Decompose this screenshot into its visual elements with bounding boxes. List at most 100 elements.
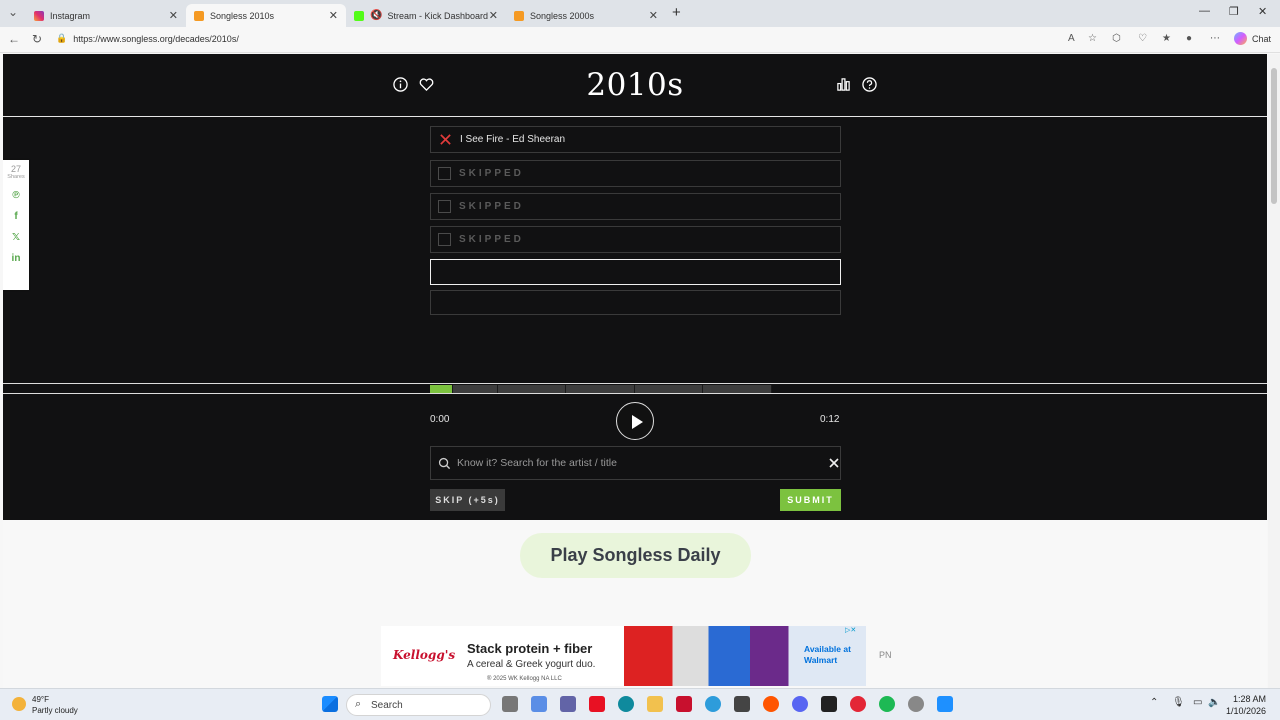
song-search-box [430,446,841,480]
system-clock[interactable]: 1:28 AM 1/10/2026 [1226,693,1266,717]
favorites-icon[interactable]: ★ [1162,33,1171,44]
facebook-icon[interactable]: f [3,211,29,222]
page-scrollbar[interactable] [1268,54,1280,688]
terminal-icon[interactable] [821,696,837,712]
microphone-icon[interactable]: 🎙 [1172,697,1185,708]
taskbar-search-label: Search [371,699,403,711]
close-window-icon[interactable]: ✕ [1258,5,1267,18]
file-explorer-icon[interactable] [647,696,663,712]
edge-icon[interactable] [618,696,634,712]
instagram-favicon-icon [34,10,44,21]
time-total: 0:12 [820,414,840,425]
read-aloud-icon[interactable]: A [1068,33,1075,44]
audio-progress-bar[interactable] [3,383,1267,394]
advertisement-banner[interactable]: Kellogg's Stack protein + fiber A cereal… [381,626,866,686]
close-tab-icon[interactable]: ✕ [329,9,338,22]
ad-side-label: PN [879,650,892,660]
copilot-chat-button[interactable]: Chat [1234,32,1271,45]
skip-button[interactable]: SKIP (+5s) [430,489,505,511]
progress-segment-6 [703,385,772,393]
help-icon[interactable] [862,77,877,92]
weather-widget[interactable]: 49°F Partly cloudy [12,694,78,716]
pinterest-icon[interactable]: ℗ [3,190,29,201]
guess-row-2: SKIPPED [430,160,841,187]
clock-date: 1/10/2026 [1226,706,1267,716]
taskbar-search[interactable]: ⌕ Search [346,694,491,716]
copilot-icon [1234,32,1247,45]
scrollbar-thumb[interactable] [1271,68,1277,204]
network-icon[interactable]: ▭ [1193,697,1202,708]
lock-icon: 🔒 [56,33,68,43]
ad-brand-logo: Kellogg's [393,648,456,662]
play-button[interactable] [616,402,654,440]
close-tab-icon[interactable]: ✕ [169,9,178,22]
tray-chevron-icon[interactable]: ⌃ [1150,697,1158,708]
back-icon[interactable]: ← [8,32,20,46]
profile-avatar-icon[interactable]: ● [1186,33,1192,44]
share-label: Shares [7,174,25,180]
new-tab-icon[interactable]: + [672,4,681,21]
guess-text: SKIPPED [459,168,524,179]
guess-row-3: SKIPPED [430,193,841,220]
clear-search-icon[interactable] [829,458,839,468]
soundcloud-icon[interactable] [763,696,779,712]
close-tab-icon[interactable]: ✕ [489,9,498,22]
guess-text: SKIPPED [459,201,524,212]
search-icon: ⌕ [355,698,362,710]
x-twitter-icon[interactable]: 𝕏 [3,232,29,243]
address-bar-row: ← ↻ 🔒 https://www.songless.org/decades/2… [0,27,1280,53]
mcafee-icon[interactable] [676,696,692,712]
ad-headline: Stack protein + fiber [467,641,593,656]
game-header: 2010s [3,54,1267,117]
guess-row-4: SKIPPED [430,226,841,253]
app-red-icon[interactable] [589,696,605,712]
tab-kick-dashboard[interactable]: 🔇 Stream - Kick Dashboard ✕ [346,4,506,27]
windows-start-icon[interactable] [322,696,338,712]
tab-label: Instagram [50,10,91,21]
stats-bar-chart-icon[interactable] [836,77,851,92]
submit-button[interactable]: SUBMIT [780,489,841,511]
tab-instagram[interactable]: Instagram ✕ [26,4,186,27]
url-field[interactable]: 🔒 https://www.songless.org/decades/2010s… [56,33,239,44]
tab-songless-2010s[interactable]: Songless 2010s ✕ [186,4,346,27]
time-elapsed: 0:00 [430,414,450,425]
guess-row-5-current [430,259,841,285]
tab-label: Songless 2000s [530,10,595,21]
ad-subline: A cereal & Greek yogurt duo. [467,659,596,670]
tab-songless-2000s[interactable]: Songless 2000s ✕ [506,4,666,27]
guess-row-6-empty [430,290,841,315]
task-view-icon[interactable] [502,696,518,712]
muted-speaker-icon[interactable]: 🔇 [370,10,382,21]
web-page: 2010s I See Fire - Ed Sheeran SKIPPED SK… [3,54,1267,688]
guess-text: I See Fire - Ed Sheeran [460,134,566,145]
minimize-icon[interactable]: — [1199,5,1210,17]
teams-icon[interactable] [560,696,576,712]
app-gray-icon[interactable] [908,696,924,712]
more-menu-icon[interactable]: ⋯ [1210,33,1220,44]
guess-row-1: I See Fire - Ed Sheeran [430,126,841,153]
favorite-star-icon[interactable]: ☆ [1088,33,1097,44]
browser-essentials-icon[interactable]: ♡ [1138,33,1147,44]
linkedin-icon[interactable]: in [3,253,29,264]
adchoices-icon[interactable]: ▷✕ [845,626,856,634]
copilot-app-icon[interactable] [531,696,547,712]
notepad-icon[interactable] [937,696,953,712]
spotify-icon[interactable] [879,696,895,712]
song-search-input[interactable] [457,457,807,469]
extensions-icon[interactable]: ⬡ [1112,33,1121,44]
restore-icon[interactable]: ❐ [1229,5,1239,18]
browser-blue-icon[interactable] [705,696,721,712]
close-tab-icon[interactable]: ✕ [649,9,658,22]
volume-icon[interactable]: 🔈 [1208,697,1220,708]
progress-segment-1-played [430,385,453,393]
ad-cta: Available at Walmart [804,644,851,665]
tab-list-chevron-icon[interactable]: ⌄ [8,5,18,19]
play-songless-daily-button[interactable]: Play Songless Daily [520,533,751,578]
discord-icon[interactable] [792,696,808,712]
browser-tab-bar: ⌄ Instagram ✕ Songless 2010s ✕ 🔇 Stream … [0,0,1280,27]
store-icon[interactable] [734,696,750,712]
obs-record-icon[interactable] [850,696,866,712]
url-text: https://www.songless.org/decades/2010s/ [73,33,239,44]
share-count: 27 [10,164,21,174]
refresh-icon[interactable]: ↻ [32,32,42,46]
